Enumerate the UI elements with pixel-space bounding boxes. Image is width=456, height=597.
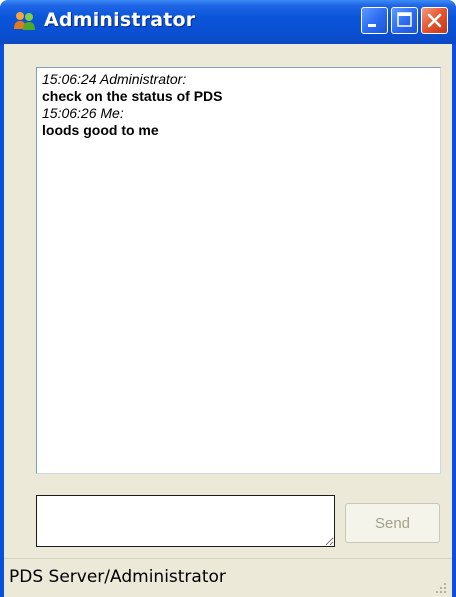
message-meta: 15:06:24 Administrator: xyxy=(42,71,187,87)
minimize-button[interactable] xyxy=(361,7,388,34)
message-input[interactable] xyxy=(36,495,335,547)
close-button[interactable] xyxy=(421,7,448,34)
close-icon xyxy=(427,13,442,28)
resize-grip-icon[interactable] xyxy=(434,580,448,594)
window-title: Administrator xyxy=(44,9,196,31)
message-text: loods good to me xyxy=(42,122,159,138)
message-meta: 15:06:26 Me: xyxy=(42,105,124,121)
minimize-icon xyxy=(368,24,376,27)
message-text: check on the status of PDS xyxy=(42,88,223,104)
maximize-icon xyxy=(397,12,412,27)
send-button[interactable]: Send xyxy=(345,503,440,543)
users-icon xyxy=(13,11,37,31)
chat-log[interactable]: 15:06:24 Administrator: check on the sta… xyxy=(36,67,441,474)
status-text: PDS Server/Administrator xyxy=(9,567,226,587)
chat-message: 15:06:26 Me: loods good to me xyxy=(42,105,435,139)
window-client-area: 15:06:24 Administrator: check on the sta… xyxy=(4,44,452,597)
maximize-button[interactable] xyxy=(391,7,418,34)
chat-message: 15:06:24 Administrator: check on the sta… xyxy=(42,71,435,105)
title-bar[interactable]: Administrator xyxy=(0,0,456,44)
chat-window: Administrator 15:06:24 Administrator: ch… xyxy=(0,0,456,597)
status-bar: PDS Server/Administrator xyxy=(4,558,452,597)
